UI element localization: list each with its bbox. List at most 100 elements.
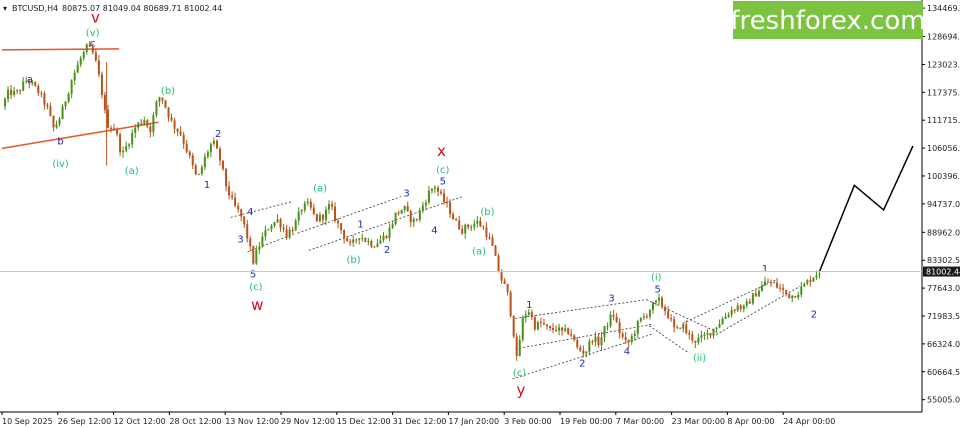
candle-body — [58, 119, 61, 125]
wave-label: 3 — [237, 234, 243, 245]
wave-label: 2 — [215, 129, 221, 140]
wave-label: b — [57, 136, 63, 147]
candle-body — [255, 249, 258, 264]
wave-label: (c) — [513, 368, 526, 379]
candle-body — [818, 273, 821, 276]
candle-body — [570, 333, 573, 336]
candle-body — [349, 241, 352, 243]
candle-body — [694, 340, 697, 343]
candle-body — [685, 324, 688, 333]
candle-body — [763, 281, 766, 286]
wave-label: 1 — [526, 300, 532, 311]
candle-body — [343, 230, 346, 239]
candle-body — [809, 280, 812, 282]
candle-body — [276, 219, 279, 223]
candle-body — [739, 305, 742, 310]
candle-body — [258, 246, 261, 250]
candle-body — [555, 329, 558, 331]
wave-label: 4 — [624, 346, 630, 357]
candle-body — [800, 286, 803, 295]
x-tick-label: 8 Apr 00:00 — [727, 417, 774, 426]
x-tick-label: 28 Oct 12:00 — [169, 417, 221, 426]
wave-label: 3 — [403, 189, 409, 200]
candle-body — [161, 97, 164, 101]
candle-body — [476, 220, 479, 224]
candle-body — [382, 235, 385, 241]
y-tick-label: 94737.00 — [927, 200, 960, 209]
candle-body — [367, 240, 370, 242]
candle-body — [179, 131, 182, 135]
candle-body — [128, 144, 131, 147]
y-tick-label: 71983.50 — [927, 312, 960, 321]
wave-label: (c) — [436, 165, 449, 176]
candle-body — [182, 134, 185, 144]
candle-body — [10, 89, 13, 96]
candle-body — [549, 326, 552, 328]
candle-body — [515, 336, 518, 357]
candle-body — [85, 44, 88, 52]
y-tick-label: 55005.00 — [927, 396, 960, 405]
wave-label: y — [516, 381, 525, 399]
candle-body — [588, 341, 591, 352]
candle-body — [567, 328, 570, 334]
candle-body — [745, 301, 748, 306]
candle-body — [167, 107, 170, 118]
candle-body — [391, 224, 394, 228]
wave-label: (a) — [125, 166, 139, 177]
candle-body — [636, 321, 639, 334]
candle-body — [143, 120, 146, 124]
candle-body — [340, 223, 343, 231]
candle-body — [240, 209, 243, 217]
candle-body — [197, 173, 200, 175]
candle-body — [82, 51, 85, 59]
candle-body — [430, 188, 433, 191]
wave-label: 4 — [431, 226, 437, 237]
candle-body — [748, 301, 751, 304]
candle-body — [773, 282, 776, 284]
wave-label: (iv) — [52, 159, 69, 170]
candle-body — [509, 292, 512, 317]
candle-body — [639, 317, 642, 322]
candle-body — [218, 148, 221, 161]
wave-label: (a) — [313, 184, 327, 195]
x-tick-label: 26 Sep 12:00 — [58, 417, 111, 426]
candle-body — [61, 106, 64, 120]
candle-body — [473, 223, 476, 227]
candle-body — [455, 219, 458, 221]
candle-body — [700, 335, 703, 338]
candle-body — [757, 290, 760, 297]
candle-body — [679, 327, 682, 329]
candle-body — [222, 160, 225, 169]
wave-label: 5 — [654, 284, 660, 295]
y-tick-label: 66324.00 — [927, 340, 960, 349]
candle-body — [346, 238, 349, 242]
candle-body — [467, 224, 470, 228]
candle-body — [97, 60, 100, 75]
candle-body — [282, 227, 285, 230]
candle-body — [109, 127, 112, 129]
candle-body — [94, 52, 97, 61]
candle-body — [46, 104, 49, 107]
candle-body — [624, 336, 627, 341]
candle-body — [576, 340, 579, 348]
candle-body — [246, 224, 249, 239]
candle-body — [594, 336, 597, 343]
candle-body — [721, 318, 724, 325]
x-tick-label: 31 Dec 12:00 — [393, 417, 447, 426]
candle-body — [436, 187, 439, 192]
header-arrow-icon[interactable]: ▾ — [3, 4, 7, 13]
wave-label: 1 — [204, 180, 210, 191]
candle-body — [188, 151, 191, 156]
candle-body — [267, 229, 270, 231]
candle-body — [658, 297, 661, 301]
candle-body — [621, 333, 624, 337]
candle-body — [131, 132, 134, 145]
candle-body — [712, 328, 715, 336]
candle-body — [7, 89, 10, 99]
candle-body — [318, 214, 321, 222]
candle-body — [600, 337, 603, 346]
candle-body — [385, 235, 388, 238]
candle-body — [609, 314, 612, 327]
candle-body — [191, 155, 194, 166]
candle-body — [446, 201, 449, 203]
